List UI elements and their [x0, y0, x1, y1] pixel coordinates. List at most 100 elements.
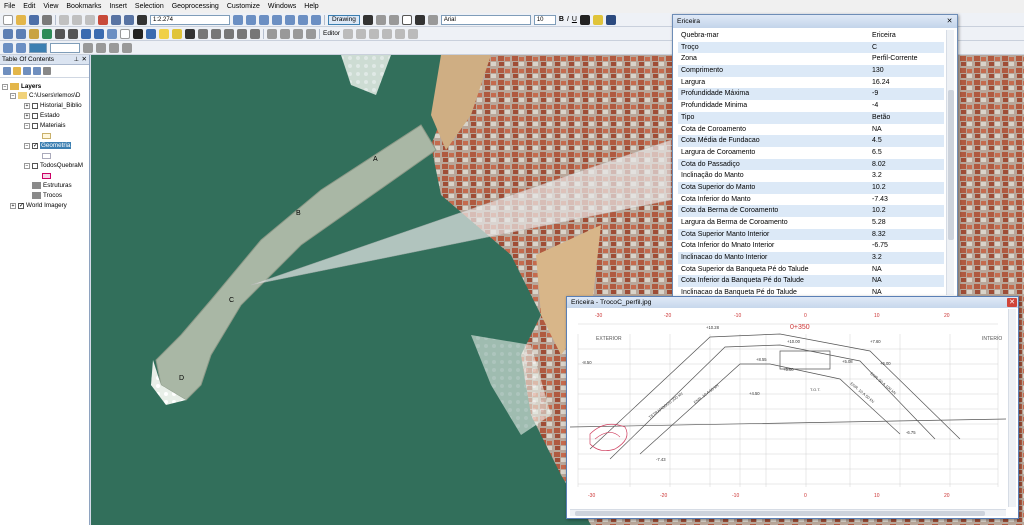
undo-icon[interactable] — [111, 14, 121, 25]
menu-bookmarks[interactable]: Bookmarks — [66, 3, 101, 10]
color-select[interactable] — [29, 42, 47, 53]
attribute-row[interactable]: Quebra-mar Ericeira — [678, 30, 944, 42]
attribute-row[interactable]: Profundidade Máxima -9 — [678, 88, 944, 101]
folder-group[interactable]: − C:\Users\rlemos\D — [10, 91, 80, 100]
layer-checkbox[interactable] — [32, 122, 38, 129]
model-builder-icon[interactable] — [311, 14, 321, 25]
attribute-row[interactable]: Largura de Coroamento 6.5 — [678, 147, 944, 159]
fill-color-icon[interactable] — [592, 14, 603, 25]
collapse-icon[interactable]: − — [2, 83, 8, 90]
drawing-menu-button[interactable]: Drawing — [328, 14, 360, 25]
line-color-icon[interactable] — [605, 14, 616, 25]
attribute-row[interactable]: Troço C — [678, 41, 944, 54]
select-elements-arrow-icon[interactable] — [133, 28, 143, 39]
attribute-row[interactable]: Cota Inferior da Banqueta Pé do Talude NA — [678, 275, 944, 288]
editor-toolbar-icon[interactable] — [233, 14, 243, 25]
text-icon[interactable] — [414, 14, 425, 25]
list-by-drawing-order-icon[interactable] — [3, 67, 11, 75]
attribute-row[interactable]: Comprimento 130 — [678, 65, 944, 77]
edit-tool-icon[interactable] — [355, 28, 366, 39]
popup-scrollbar[interactable] — [946, 30, 954, 295]
layer-materiais[interactable]: − Materiais — [24, 121, 66, 130]
clear-selection-icon[interactable] — [120, 28, 130, 39]
python-icon[interactable] — [298, 14, 308, 25]
arctoolbox-icon[interactable] — [285, 14, 295, 25]
add-data-icon[interactable] — [137, 14, 147, 25]
delete-icon[interactable] — [98, 14, 108, 25]
edit-tool-icon[interactable] — [394, 28, 405, 39]
cut-icon[interactable] — [59, 14, 69, 25]
select-elements-icon[interactable] — [362, 14, 373, 25]
forward-extent-icon[interactable] — [94, 28, 104, 39]
list-by-visibility-icon[interactable] — [23, 67, 31, 75]
layers-group[interactable]: − Layers — [2, 82, 41, 91]
back-extent-icon[interactable] — [81, 28, 91, 39]
menu-selection[interactable]: Selection — [135, 3, 164, 10]
italic-button[interactable]: I — [567, 16, 569, 23]
attribute-row[interactable]: Cota do Passadiço 8.02 — [678, 158, 944, 171]
new-document-icon[interactable] — [3, 14, 13, 25]
save-icon[interactable] — [29, 14, 39, 25]
menu-view[interactable]: View — [43, 3, 58, 10]
edit-tool-icon[interactable] — [368, 28, 379, 39]
tool-icon[interactable] — [83, 42, 93, 53]
layer-trocos[interactable]: Trocos — [32, 191, 62, 200]
collapse-icon[interactable]: − — [24, 142, 30, 149]
list-by-selection-icon[interactable] — [33, 67, 41, 75]
go-to-xy-icon[interactable] — [224, 28, 234, 39]
menu-geoprocessing[interactable]: Geoprocessing — [172, 3, 219, 10]
layer-checkbox[interactable] — [32, 102, 38, 109]
layout-tool-icon[interactable] — [293, 28, 303, 39]
collapse-icon[interactable]: − — [24, 122, 30, 129]
font-select[interactable]: Arial — [440, 14, 531, 25]
vertical-scrollbar[interactable] — [1008, 309, 1016, 507]
rotate-icon[interactable] — [375, 14, 386, 25]
measure-icon[interactable] — [185, 28, 195, 39]
font-size-select[interactable]: 10 — [533, 14, 556, 25]
editor-menu-button[interactable]: Editor — [323, 30, 340, 37]
close-icon[interactable]: ✕ — [82, 55, 87, 65]
menu-file[interactable]: File — [4, 3, 15, 10]
full-extent-icon[interactable] — [42, 28, 52, 39]
menu-customize[interactable]: Customize — [227, 3, 260, 10]
identify-icon[interactable] — [146, 28, 156, 39]
rectangle-icon[interactable] — [401, 14, 412, 25]
bold-button[interactable]: B — [559, 16, 564, 23]
edit-tool-icon[interactable] — [407, 28, 418, 39]
scale-select[interactable]: 1:2.274 — [150, 14, 230, 25]
pin-icon[interactable]: ⊥ — [74, 55, 79, 65]
scroll-thumb[interactable] — [575, 511, 985, 516]
open-folder-icon[interactable] — [16, 14, 26, 25]
expand-icon[interactable]: + — [10, 202, 16, 209]
layer-estruturas[interactable]: Estruturas — [32, 181, 72, 190]
expand-icon[interactable]: + — [24, 102, 30, 109]
popup-title-bar[interactable]: Ericeira ✕ — [673, 15, 957, 28]
layer-checkbox[interactable]: ✓ — [32, 142, 38, 149]
layout-tool-icon[interactable] — [306, 28, 316, 39]
search-window-icon[interactable] — [272, 14, 282, 25]
layout-tool-icon[interactable] — [267, 28, 277, 39]
attribute-row[interactable]: Inclinacao do Manto Interior 3.2 — [678, 252, 944, 264]
paste-icon[interactable] — [85, 14, 95, 25]
select-features-icon[interactable] — [107, 28, 117, 39]
layer-select[interactable] — [50, 42, 80, 53]
fixed-zoom-out-icon[interactable] — [68, 28, 78, 39]
attribute-row[interactable]: Cota Superior do Manto 10.2 — [678, 181, 944, 194]
identify-popup[interactable]: Ericeira ✕ Quebra-mar Ericeira Troço C Zona P… — [672, 14, 958, 297]
zoom-whole-page-icon[interactable] — [388, 14, 399, 25]
attribute-row[interactable]: Cota Média de Fundacao 4.5 — [678, 135, 944, 147]
layer-checkbox[interactable] — [32, 162, 38, 169]
attribute-row[interactable]: Cota Inferior do Manto -7.43 — [678, 194, 944, 206]
layer-icon[interactable] — [3, 42, 13, 53]
close-icon[interactable]: ✕ — [945, 17, 954, 26]
layer-checkbox[interactable]: ✓ — [18, 202, 24, 209]
attribute-row[interactable]: Largura da Berma de Coroamento 5.28 — [678, 217, 944, 229]
attribute-row[interactable]: Largura 16.24 — [678, 77, 944, 89]
collapse-icon[interactable]: − — [24, 162, 30, 169]
collapse-icon[interactable]: − — [10, 92, 16, 99]
layout-tool-icon[interactable] — [280, 28, 290, 39]
html-popup-icon[interactable] — [172, 28, 182, 39]
horizontal-scrollbar[interactable] — [570, 509, 1006, 516]
list-by-source-icon[interactable] — [13, 67, 21, 75]
menu-edit[interactable]: Edit — [23, 3, 35, 10]
